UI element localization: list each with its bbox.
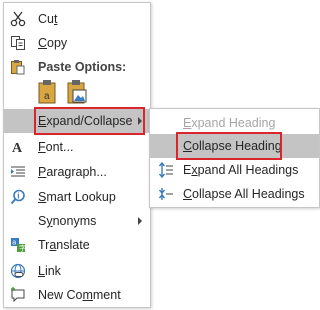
scissors-icon — [10, 11, 26, 27]
menu-item-smart-lookup[interactable]: i Smart Lookup — [4, 185, 150, 209]
paste-options-header: Paste Options: — [4, 55, 150, 79]
menu-item-label: Link — [38, 264, 61, 278]
menu-item-synonyms[interactable]: Synonyms — [4, 209, 150, 233]
svg-text:A: A — [12, 141, 23, 155]
paste-options-label: Paste Options: — [38, 60, 127, 74]
clipboard-icon — [10, 59, 26, 75]
expand-collapse-submenu: Expand Heading Collapse Heading Expand A… — [149, 108, 320, 208]
menu-item-label: Copy — [38, 36, 68, 50]
font-icon: A — [10, 139, 26, 156]
menu-item-link[interactable]: Link — [4, 259, 150, 283]
submenu-item-label: Expand Heading — [183, 116, 276, 130]
menu-item-paragraph[interactable]: Paragraph... — [4, 160, 150, 184]
svg-text:a: a — [44, 91, 50, 102]
translate-icon: a 字 — [10, 237, 26, 253]
menu-item-label: Smart Lookup — [38, 190, 116, 204]
submenu-item-label: Expand All Headings — [183, 163, 299, 177]
annotation-box — [34, 107, 145, 135]
submenu-item-expand-all-headings[interactable]: Expand All Headings — [150, 158, 319, 182]
submenu-item-label: Collapse All Headings — [183, 187, 305, 201]
paste-options-row: a — [4, 79, 150, 109]
context-menu: Cut Copy Paste Options: a Expand/Collaps… — [3, 2, 151, 308]
menu-item-label: Synonyms — [38, 214, 97, 228]
svg-text:i: i — [17, 192, 19, 201]
new-comment-icon — [10, 287, 26, 303]
link-icon — [10, 263, 26, 279]
paragraph-icon — [10, 164, 26, 180]
submenu-arrow-icon — [138, 217, 142, 225]
menu-item-new-comment[interactable]: New Comment — [4, 283, 150, 307]
menu-item-label: New Comment — [38, 288, 121, 302]
svg-text:字: 字 — [19, 244, 26, 253]
submenu-item-collapse-all-headings[interactable]: Collapse All Headings — [150, 182, 319, 206]
copy-icon — [10, 35, 26, 51]
paste-keep-formatting-icon[interactable]: a — [37, 79, 59, 105]
menu-item-font[interactable]: A Font... — [4, 135, 150, 159]
menu-item-label: Translate — [38, 238, 90, 252]
paste-picture-icon[interactable] — [66, 79, 88, 105]
menu-item-label: Paragraph... — [38, 165, 107, 179]
svg-text:a: a — [12, 240, 16, 247]
menu-item-translate[interactable]: a 字 Translate — [4, 233, 150, 257]
smart-lookup-icon: i — [10, 189, 26, 205]
collapse-all-icon — [158, 186, 174, 202]
menu-item-cut[interactable]: Cut — [4, 7, 150, 31]
menu-item-copy[interactable]: Copy — [4, 31, 150, 55]
annotation-box — [176, 132, 282, 160]
menu-item-label: Cut — [38, 12, 58, 26]
menu-item-label: Font... — [38, 140, 74, 154]
expand-all-icon — [158, 161, 174, 179]
